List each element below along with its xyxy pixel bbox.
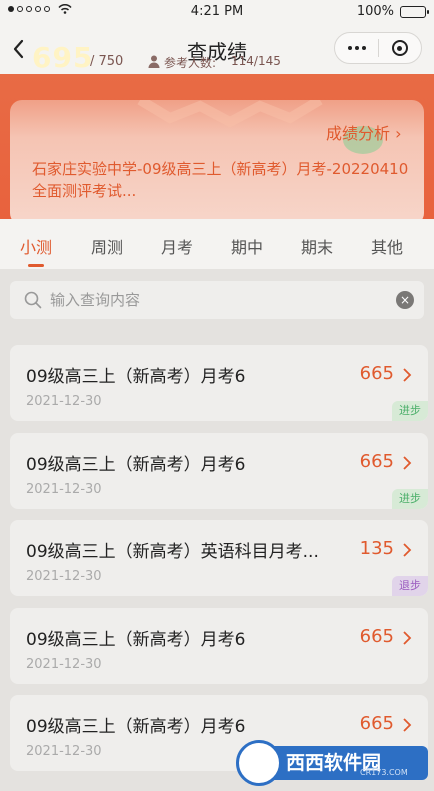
battery-icon	[400, 5, 429, 18]
chevron-right-icon	[403, 630, 412, 645]
chevron-right-icon	[403, 543, 412, 557]
exam-title: 09级高三上（新高考）月考6	[26, 454, 246, 475]
exam-title: 09级高三上（新高考）月考6	[26, 717, 246, 737]
participants-label: 参考人数:	[164, 56, 217, 70]
person-icon	[148, 55, 160, 68]
participants-count: 114/145	[231, 54, 281, 68]
exam-date: 2021-12-30	[26, 744, 102, 759]
exam-score: 665	[359, 450, 394, 472]
exam-list-item[interactable]: 09级高三上（新高考）月考6 2021-12-30 665	[10, 607, 428, 684]
close-app-icon[interactable]	[379, 33, 421, 63]
battery-percent: 100%	[356, 4, 394, 19]
exam-name: 石家庄实验中学-09级高三上（新高考）月考-20220410全面测评考试...	[32, 160, 409, 200]
exam-date: 2021-12-30	[26, 394, 102, 409]
search-box: ×	[10, 281, 424, 319]
total-score: 695	[32, 41, 94, 74]
score-analysis-link[interactable]: 成绩分析 ›	[326, 120, 402, 144]
exam-date: 2021-12-30	[26, 481, 102, 497]
mini-program-capsule	[334, 32, 422, 64]
exam-list-item[interactable]: 09级高三上（新高考）月考6 2021-12-30 665 进步	[10, 345, 428, 421]
exam-list: 09级高三上（新高考）月考6 2021-12-30 665 进步 09级高三上（…	[10, 345, 428, 783]
watermark-subtext: CR173.COM	[360, 768, 408, 777]
tab-final[interactable]: 期末	[282, 219, 352, 269]
exam-score: 665	[359, 713, 394, 734]
search-area: ×	[0, 269, 434, 333]
exam-score: 135	[359, 538, 394, 559]
tab-midterm[interactable]: 期中	[212, 219, 282, 269]
decoration-ribbon-icon	[137, 100, 323, 128]
tab-quiz[interactable]: 小测	[0, 219, 72, 269]
exam-date: 2021-12-30	[26, 569, 102, 584]
exam-date: 2021-12-30	[26, 656, 102, 672]
chevron-right-icon	[403, 368, 412, 382]
exam-title: 09级高三上（新高考）英语科目月考...	[26, 542, 319, 562]
status-bar: 4:21 PM 100%	[0, 0, 434, 24]
trend-badge: 进步	[392, 401, 428, 421]
exam-title: 09级高三上（新高考）月考6	[26, 629, 246, 650]
tab-other[interactable]: 其他	[352, 219, 422, 269]
trend-badge: 进步	[392, 488, 428, 509]
full-score: / 750	[90, 54, 124, 69]
more-options-icon[interactable]	[335, 33, 378, 63]
search-input[interactable]	[50, 289, 380, 311]
chevron-right-icon	[403, 455, 412, 470]
exam-list-item[interactable]: 09级高三上（新高考）英语科目月考... 2021-12-30 135 退步	[10, 520, 428, 596]
exam-score: 665	[359, 363, 394, 384]
exam-score: 665	[359, 625, 394, 647]
exam-type-tabs: 小测 周测 月考 期中 期末 其他	[0, 219, 434, 269]
exam-list-item[interactable]: 09级高三上（新高考）月考6 2021-12-30 665 进步	[10, 432, 428, 509]
chevron-right-icon	[403, 718, 412, 732]
trend-badge: 退步	[392, 576, 428, 596]
tab-weekly[interactable]: 周测	[72, 219, 142, 269]
search-icon	[24, 291, 42, 309]
watermark-logo: 西西软件园 CR173.COM	[236, 740, 428, 786]
tab-monthly[interactable]: 月考	[142, 219, 212, 269]
clear-search-icon[interactable]: ×	[396, 291, 414, 309]
exam-title: 09级高三上（新高考）月考6	[26, 367, 246, 387]
